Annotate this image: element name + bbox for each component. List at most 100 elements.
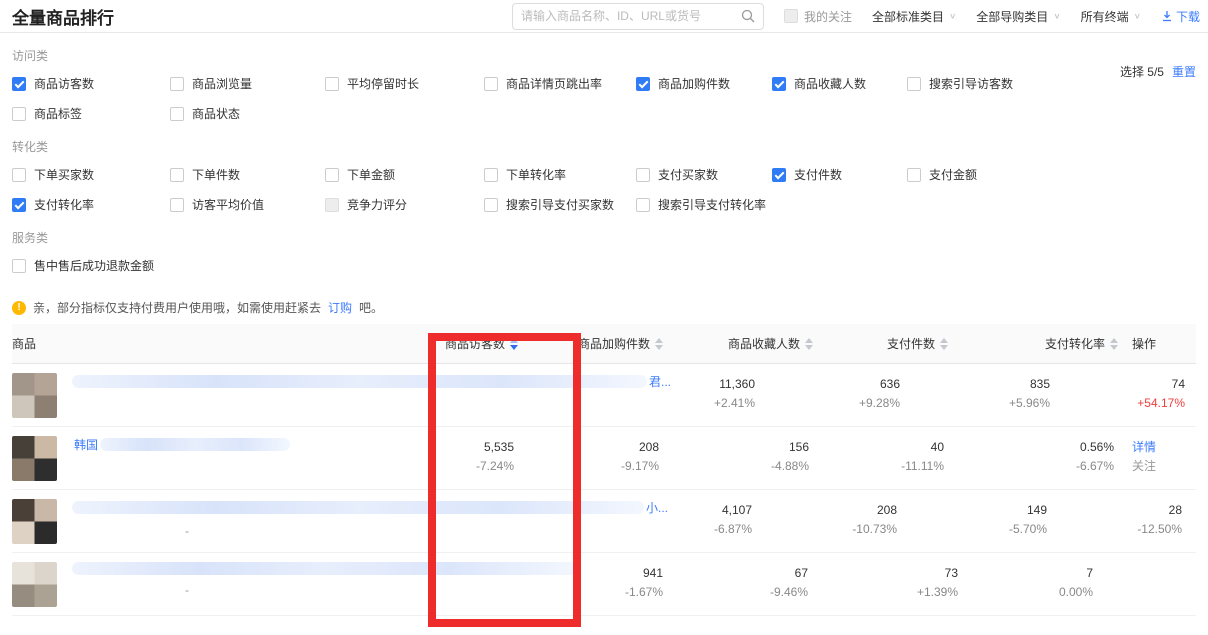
product-title-link[interactable]: 小... [72,499,670,516]
product-title-link[interactable] [72,562,581,575]
section-label-service: 服务类 [12,229,1196,246]
column-header-favorites[interactable]: 商品收藏人数 [677,335,827,352]
filter-checkbox[interactable]: 下单金额 [325,166,484,183]
filter-checkbox[interactable]: 商品状态 [170,105,325,122]
blurred-title [100,438,290,451]
filter-checkbox[interactable]: 竞争力评分 [325,196,484,213]
pay-conversion-cell: 0.74%+1.37% [1111,553,1208,615]
product-title-link[interactable]: 君... [72,373,673,390]
checkbox [12,198,26,212]
filter-checkbox[interactable]: 下单转化率 [484,166,636,183]
pay-conversion-cell: 0.41%+28.13% [1203,364,1208,426]
detail-link[interactable]: 详情 [1132,438,1196,457]
filter-checkbox[interactable]: 搜索引导支付买家数 [484,196,636,213]
column-header-visitors[interactable]: 商品访客数 [432,335,532,352]
subscribe-link[interactable]: 订购 [328,299,352,316]
product-image [12,373,57,418]
sort-icon[interactable] [655,338,663,350]
section-label-conversion: 转化类 [12,138,1196,155]
my-follow-checkbox[interactable]: 我的关注 [784,8,852,25]
column-header-cart-adds[interactable]: 商品加购件数 [532,335,677,352]
product-sub [185,398,673,411]
favorites-cell: 835+5.96% [918,364,1068,426]
checkbox [784,9,798,23]
visitors-cell: 4,107-6.87% [670,490,770,552]
checkbox [636,77,650,91]
checkbox [636,168,650,182]
service-checkbox-grid: 售中售后成功退款金额 [12,257,1196,274]
checkbox [170,107,184,121]
favorites-cell: 156-4.88% [677,427,827,489]
product-image [12,562,57,607]
selection-summary: 选择 5/5 [1120,65,1164,79]
column-header-product: 商品 [12,335,432,352]
checkbox [12,77,26,91]
category-dropdown[interactable]: 全部标准类目 ∨ [872,8,956,25]
terminal-dropdown[interactable]: 所有终端 ∨ [1081,8,1141,25]
filter-checkbox[interactable]: 访客平均价值 [170,196,325,213]
filter-checkbox[interactable]: 平均停留时长 [325,75,484,92]
notice-text: 亲，部分指标仅支持付费用户使用哦，如需使用赶紧去 [33,299,321,316]
filter-checkbox[interactable]: 售中售后成功退款金额 [12,257,170,274]
product-image [12,499,57,544]
checkbox [12,259,26,273]
paid-items-cell: 28-12.50% [1065,490,1200,552]
checkbox [772,77,786,91]
reset-link[interactable]: 重置 [1172,65,1196,79]
download-icon [1161,10,1173,22]
paid-items-cell: 40-11.11% [827,427,962,489]
search-box[interactable] [512,3,764,30]
guide-category-dropdown[interactable]: 全部导购类目 ∨ [976,8,1060,25]
filter-checkbox[interactable]: 支付转化率 [12,196,170,213]
checkbox [484,168,498,182]
filter-checkbox[interactable]: 商品加购件数 [636,75,772,92]
filter-checkbox[interactable]: 支付件数 [772,166,907,183]
sort-icon[interactable] [510,338,518,350]
sort-icon[interactable] [940,338,948,350]
checkbox [907,168,921,182]
product-ranking-table: 商品 商品访客数 商品加购件数 商品收藏人数 支付件数 支付转化率 操作 君..… [12,324,1196,616]
checkbox [12,168,26,182]
chevron-down-icon: ∨ [1053,12,1060,21]
product-sub: - [185,524,670,538]
paid-items-cell: 74+54.17% [1068,364,1203,426]
column-header-paid-items[interactable]: 支付件数 [827,335,962,352]
sort-icon[interactable] [805,338,813,350]
download-link[interactable]: 下载 [1161,8,1200,25]
visit-checkbox-grid: 商品访客数 商品浏览量 平均停留时长 商品详情页跳出率 商品加购件数 商品收藏人… [12,75,1196,122]
checkbox [325,198,339,212]
table-header-row: 商品 商品访客数 商品加购件数 商品收藏人数 支付件数 支付转化率 操作 [12,324,1196,364]
upgrade-notice: ! 亲，部分指标仅支持付费用户使用哦，如需使用赶紧去 订购吧。 [12,299,1196,316]
checkbox [484,198,498,212]
column-header-actions: 操作 [1132,335,1196,352]
filter-checkbox[interactable]: 商品详情页跳出率 [484,75,636,92]
search-input[interactable] [521,9,741,23]
table-row: 韩国 5,535-7.24% 208-9.17% 156-4.88% 40-11… [12,427,1196,490]
section-label-visit: 访问类 [12,47,1196,64]
filter-checkbox[interactable]: 搜索引导支付转化率 [636,196,772,213]
page-title: 全量商品排行 [12,4,114,29]
cart-adds-cell: 208-10.73% [770,490,915,552]
checkbox [325,168,339,182]
cart-adds-cell: 208-9.17% [532,427,677,489]
pay-conversion-cell: 0.56%-6.67% [962,427,1132,489]
filter-checkbox[interactable]: 下单买家数 [12,166,170,183]
filter-checkbox[interactable]: 商品访客数 [12,75,170,92]
table-row: - 941-1.67% 67-9.46% 73+1.39% 70.00% 0.7… [12,553,1196,616]
filter-checkbox[interactable]: 商品标签 [12,105,170,122]
table-row: 小... - 4,107-6.87% 208-10.73% 149-5.70% … [12,490,1196,553]
filter-checkbox[interactable]: 商品浏览量 [170,75,325,92]
search-icon[interactable] [741,9,755,23]
sort-icon[interactable] [1110,338,1118,350]
follow-link[interactable]: 关注 [1132,457,1196,476]
visitors-cell: 941-1.67% [581,553,681,615]
filter-checkbox[interactable]: 商品收藏人数 [772,75,907,92]
filter-checkbox[interactable]: 支付买家数 [636,166,772,183]
warning-icon: ! [12,301,26,315]
product-sub: - [185,583,581,597]
product-title-link[interactable]: 韩国 [72,436,290,453]
filter-checkbox[interactable]: 支付金额 [907,166,1196,183]
filter-checkbox[interactable]: 下单件数 [170,166,325,183]
column-header-pay-conversion[interactable]: 支付转化率 [962,335,1132,352]
product-sub [185,461,290,474]
